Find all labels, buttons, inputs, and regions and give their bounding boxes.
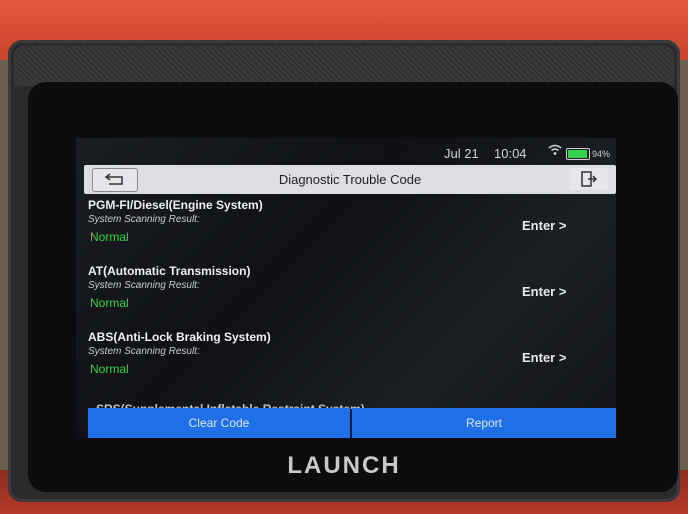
scan-result-label: System Scanning Result: (88, 214, 200, 225)
enter-button[interactable]: Enter > (522, 218, 566, 233)
scan-status: Normal (90, 362, 129, 376)
scan-result-label: System Scanning Result: (88, 346, 200, 357)
system-name: AT(Automatic Transmission) (88, 264, 251, 278)
exit-button[interactable] (570, 168, 608, 190)
system-name: PGM-FI/Diesel(Engine System) (88, 198, 263, 212)
app-screen: Jul 21 10:04 94% Diagnostic Trouble Code… (76, 138, 616, 438)
device-logo: LAUNCH (287, 452, 401, 479)
battery-icon (566, 148, 590, 160)
enter-button[interactable]: Enter > (522, 350, 566, 365)
header-bar: Diagnostic Trouble Code (84, 165, 616, 194)
battery-percent: 94% (592, 149, 611, 159)
report-button[interactable]: Report (352, 408, 616, 438)
status-bar: Jul 21 10:04 94% (76, 138, 616, 164)
system-row-engine[interactable]: PGM-FI/Diesel(Engine System) System Scan… (76, 198, 616, 260)
page-title: Diagnostic Trouble Code (278, 172, 422, 187)
bezel-texture (14, 46, 674, 86)
wifi-icon (548, 144, 562, 159)
scan-result-label: System Scanning Result: (88, 280, 200, 291)
status-time: 10:04 (494, 146, 527, 161)
action-bar: Clear Code Report (88, 408, 616, 438)
exit-icon (581, 171, 597, 187)
scan-status: Normal (90, 230, 129, 244)
system-row-transmission[interactable]: AT(Automatic Transmission) System Scanni… (76, 264, 616, 326)
scan-status: Normal (90, 296, 129, 310)
enter-button[interactable]: Enter > (522, 284, 566, 299)
clear-code-button[interactable]: Clear Code (88, 408, 350, 438)
system-row-abs[interactable]: ABS(Anti-Lock Braking System) System Sca… (76, 330, 616, 392)
status-date: Jul 21 (444, 146, 479, 161)
system-name: ABS(Anti-Lock Braking System) (88, 330, 271, 344)
